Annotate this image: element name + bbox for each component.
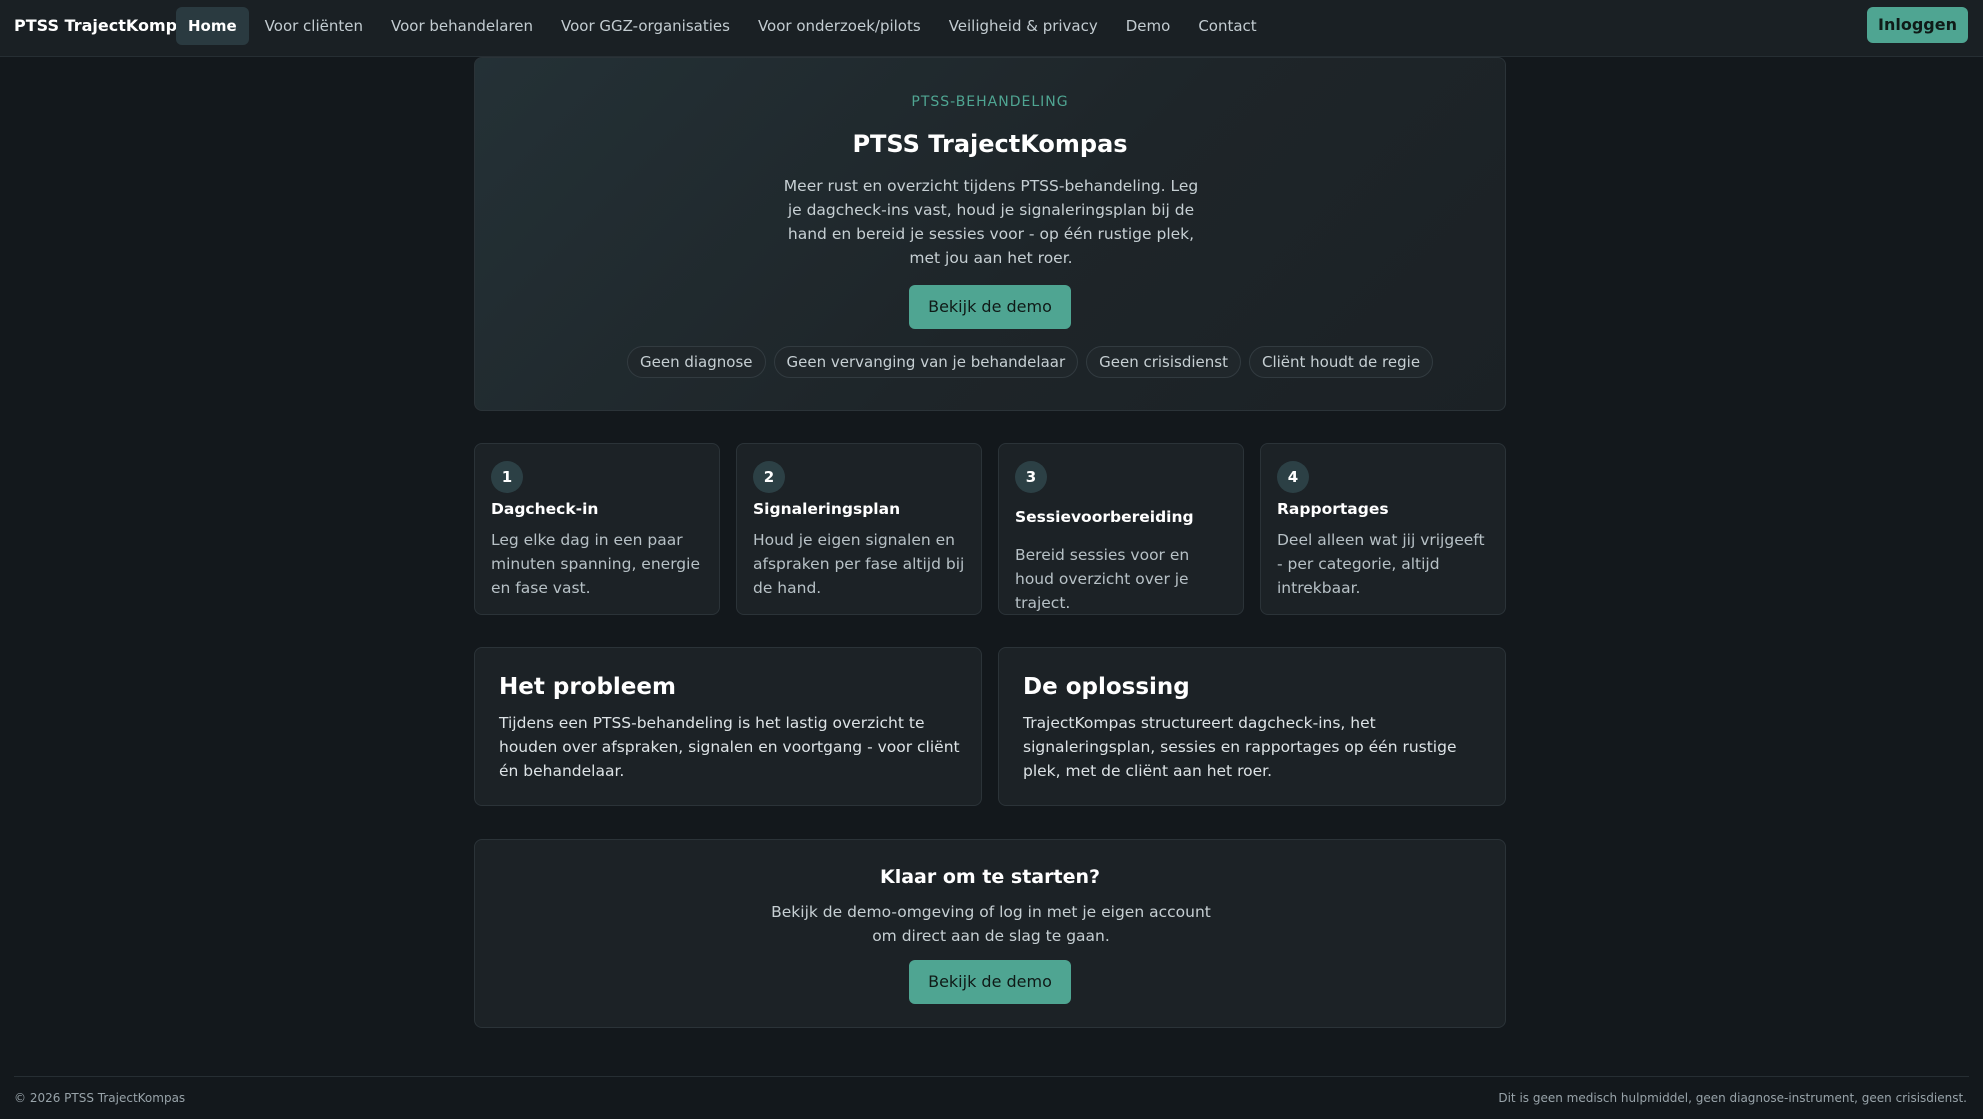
cta-view-demo-button[interactable]: Bekijk de demo: [909, 960, 1071, 1004]
nav-links: Home Voor cliënten Voor behandelaren Voo…: [176, 7, 1273, 45]
cta-text: Bekijk de demo-omgeving of log in met je…: [771, 903, 1211, 945]
step-number: 3: [1015, 461, 1047, 493]
problem-card: Het probleem Tijdens een PTSS-behandelin…: [474, 647, 982, 806]
pill-geen-crisisdienst: Geen crisisdienst: [1086, 346, 1241, 378]
step-title: Dagcheck-in: [491, 500, 599, 518]
step-description: Deel alleen wat jij vrijgeeft - per cate…: [1277, 531, 1485, 597]
step-card-rapportages: 4 Rapportages Deel alleen wat jij vrijge…: [1260, 443, 1506, 615]
footer-disclaimer: Dit is geen medisch hulpmiddel, geen dia…: [1498, 1091, 1967, 1105]
problem-title: Het probleem: [499, 674, 676, 700]
step-title: Rapportages: [1277, 500, 1389, 518]
hero-title: PTSS TrajectKompas: [852, 130, 1128, 158]
top-navigation: PTSS TrajectKompas Home Voor cliënten Vo…: [0, 0, 1983, 57]
step-title: Sessievoorbereiding: [1015, 508, 1194, 526]
hero-eyebrow: PTSS-BEHANDELING: [911, 94, 1069, 110]
pill-client-regie: Cliënt houdt de regie: [1248, 346, 1434, 378]
step-number: 2: [753, 461, 785, 493]
nav-link-voor-ggz-organisaties[interactable]: Voor GGZ-organisaties: [549, 7, 742, 45]
hero-pills: Geen diagnose Geen vervanging van je beh…: [627, 346, 1441, 378]
step-card-signaleringsplan: 2 Signaleringsplan Houd je eigen signale…: [736, 443, 982, 615]
hero-description: Meer rust en overzicht tijdens PTSS-beha…: [783, 177, 1199, 267]
step-number: 4: [1277, 461, 1309, 493]
step-number: 1: [491, 461, 523, 493]
cta-section: Klaar om te starten? Bekijk de demo-omge…: [474, 839, 1506, 1028]
pill-geen-vervanging: Geen vervanging van je behandelaar: [773, 346, 1079, 378]
step-title: Signaleringsplan: [753, 500, 901, 518]
nav-link-home[interactable]: Home: [176, 7, 249, 45]
view-demo-button[interactable]: Bekijk de demo: [909, 285, 1071, 329]
footer-divider: [14, 1076, 1969, 1077]
cta-title: Klaar om te starten?: [879, 866, 1100, 888]
step-description: Bereid sessies voor en houd overzicht ov…: [1015, 546, 1190, 612]
brand-logo[interactable]: PTSS TrajectKompas: [14, 0, 197, 57]
step-description: Leg elke dag in een paar minuten spannin…: [491, 531, 700, 597]
nav-link-voor-behandelaren[interactable]: Voor behandelaren: [379, 7, 545, 45]
nav-link-demo[interactable]: Demo: [1114, 7, 1183, 45]
step-card-sessievoorbereiding: 3 Sessievoorbereiding Bereid sessies voo…: [998, 443, 1244, 615]
problem-text: Tijdens een PTSS-behandeling is het last…: [499, 714, 960, 780]
step-description: Houd je eigen signalen en afspraken per …: [753, 531, 965, 597]
hero-section: PTSS-BEHANDELING PTSS TrajectKompas Meer…: [474, 57, 1506, 411]
pill-geen-diagnose: Geen diagnose: [627, 346, 766, 378]
solution-text: TrajectKompas structureert dagcheck-ins,…: [1023, 714, 1457, 780]
solution-card: De oplossing TrajectKompas structureert …: [998, 647, 1506, 806]
nav-link-voor-clienten[interactable]: Voor cliënten: [253, 7, 375, 45]
nav-link-veiligheid-privacy[interactable]: Veiligheid & privacy: [937, 7, 1110, 45]
nav-link-contact[interactable]: Contact: [1186, 7, 1268, 45]
nav-link-voor-onderzoek-pilots[interactable]: Voor onderzoek/pilots: [746, 7, 933, 45]
step-card-dagcheck-in: 1 Dagcheck-in Leg elke dag in een paar m…: [474, 443, 720, 615]
solution-title: De oplossing: [1023, 674, 1190, 700]
footer-copyright: © 2026 PTSS TrajectKompas: [14, 1091, 186, 1105]
login-button[interactable]: Inloggen: [1867, 7, 1968, 43]
